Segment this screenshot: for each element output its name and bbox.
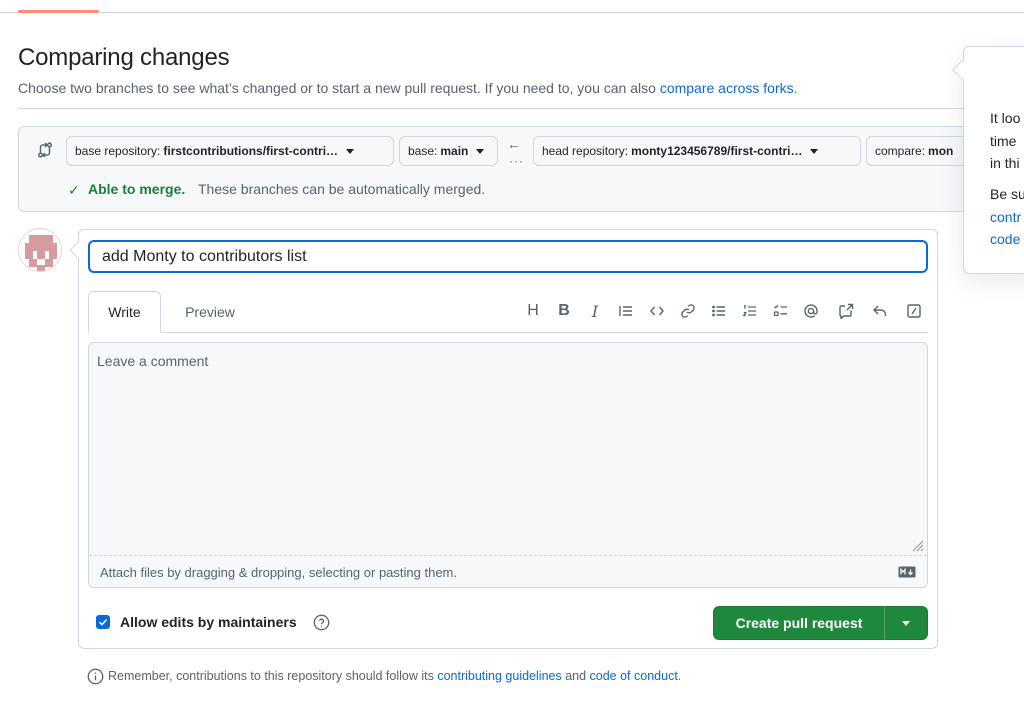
caret-down-icon	[346, 148, 355, 154]
caret-down-icon	[810, 148, 819, 154]
base-branch-value: main	[440, 144, 469, 158]
popover-text-line: It loo	[990, 110, 1021, 126]
link-icon[interactable]	[677, 300, 699, 322]
popover-text-line: in thi	[990, 155, 1020, 171]
popover-text-line: time	[990, 133, 1017, 149]
arrow-left-icon: ←	[507, 136, 521, 152]
task-list-icon[interactable]	[770, 300, 792, 322]
contributing-guidelines-link[interactable]: contributing guidelines	[437, 669, 561, 683]
caret-down-icon	[476, 148, 485, 154]
bold-icon[interactable]: B	[553, 300, 575, 322]
head-repository-select[interactable]: head repository: monty123456789/first-con…	[533, 136, 861, 166]
popover-contributing-link[interactable]: contr	[990, 209, 1021, 225]
heading-icon[interactable]: H	[522, 300, 544, 322]
attach-divider	[89, 555, 927, 556]
head-repository-value: monty123456789/first-contri…	[631, 144, 803, 158]
repo-nav-divider	[0, 12, 1024, 13]
ordered-list-icon[interactable]	[739, 300, 761, 322]
tab-write[interactable]: Write	[88, 291, 161, 333]
pull-request-title-input[interactable]	[88, 240, 928, 273]
markdown-icon[interactable]	[898, 566, 916, 578]
popover-text-line: Be su	[990, 186, 1024, 202]
head-repository-key: head repository:	[542, 144, 629, 158]
compare-across-forks-link[interactable]: compare across forks	[660, 80, 794, 96]
swap-dots: ···	[509, 154, 524, 168]
merge-note: These branches can be automatically merg…	[198, 181, 486, 197]
page-title: Comparing changes	[18, 44, 230, 71]
italic-icon[interactable]: I	[584, 300, 606, 322]
code-icon[interactable]	[646, 300, 668, 322]
header-divider	[18, 108, 978, 109]
resize-grip-icon[interactable]	[910, 538, 924, 552]
git-compare-icon	[37, 142, 53, 158]
page-description: Choose two branches to see what’s change…	[18, 80, 798, 96]
base-branch-select[interactable]: base: main	[399, 136, 498, 166]
reminder-and: and	[561, 669, 590, 683]
compare-branch-value: mon	[928, 144, 954, 158]
comment-textarea[interactable]	[89, 343, 927, 555]
create-pull-request-button[interactable]: Create pull request	[713, 606, 885, 640]
check-icon	[98, 619, 108, 626]
tab-preview[interactable]: Preview	[168, 291, 252, 333]
base-repository-key: base repository:	[75, 144, 161, 158]
code-of-conduct-link[interactable]: code of conduct	[590, 669, 678, 683]
avatar[interactable]	[18, 228, 62, 272]
popover-code-link[interactable]: code	[990, 231, 1020, 247]
slash-command-icon[interactable]	[903, 300, 925, 322]
cross-reference-icon[interactable]	[835, 300, 857, 322]
attach-files-hint[interactable]: Attach files by dragging & dropping, sel…	[100, 565, 457, 580]
repo-nav-active-indicator	[18, 10, 99, 13]
base-repository-value: firstcontributions/first-contri…	[163, 144, 339, 158]
mention-icon[interactable]	[800, 300, 822, 322]
compare-branch-key: compare:	[875, 144, 926, 158]
unordered-list-icon[interactable]	[708, 300, 730, 322]
reply-icon[interactable]	[869, 300, 891, 322]
description-suffix: .	[793, 80, 798, 96]
contribution-reminder: Remember, contributions to this reposito…	[108, 669, 681, 683]
allow-edits-checkbox[interactable]	[96, 615, 110, 629]
reminder-suffix: .	[677, 669, 682, 683]
first-contribution-popover: It loo time in thi Be su contr code	[963, 46, 1024, 274]
caret-down-icon	[902, 620, 910, 626]
base-branch-key: base:	[408, 144, 438, 158]
create-pull-request-options-button[interactable]	[884, 606, 928, 640]
check-icon: ✓	[68, 182, 80, 198]
quote-icon[interactable]	[615, 300, 637, 322]
allow-edits-label[interactable]: Allow edits by maintainers	[120, 614, 297, 630]
merge-status: Able to merge.	[88, 181, 186, 197]
reminder-text: Remember, contributions to this reposito…	[108, 669, 438, 683]
base-repository-select[interactable]: base repository: firstcontributions/first…	[66, 136, 394, 166]
question-icon[interactable]	[313, 614, 330, 631]
description-text: Choose two branches to see what’s change…	[18, 80, 660, 96]
info-icon	[87, 668, 104, 685]
